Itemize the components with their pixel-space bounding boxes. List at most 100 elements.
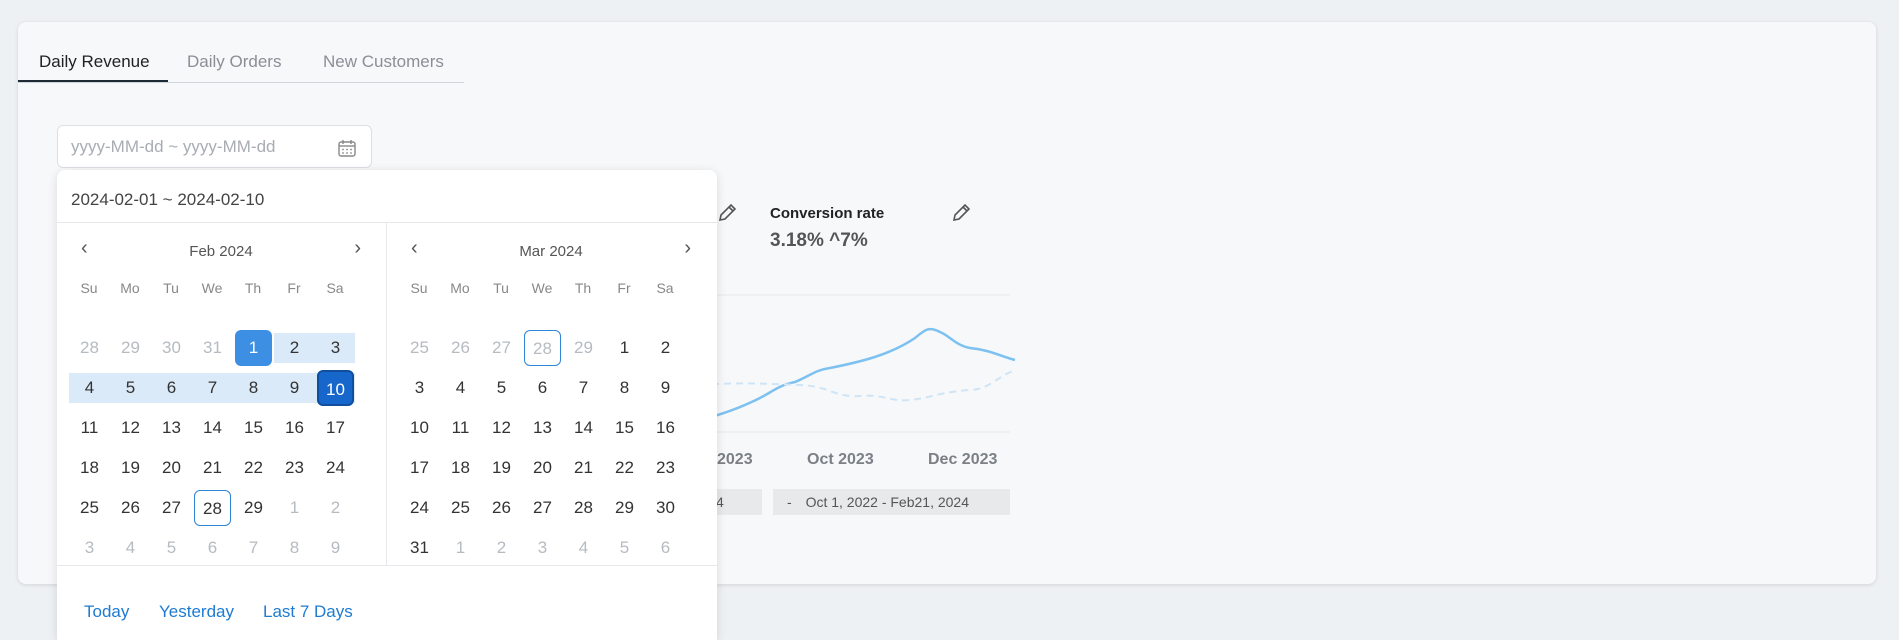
calendar-day[interactable]: 14 <box>565 410 602 446</box>
comparison-range-left-text: 4 <box>716 494 724 510</box>
calendar-day[interactable]: 6 <box>153 370 190 406</box>
calendar-day[interactable]: 16 <box>276 410 313 446</box>
tab-new-customers[interactable]: New Customers <box>323 52 444 72</box>
calendar-day[interactable]: 30 <box>153 330 190 366</box>
calendar-day[interactable]: 25 <box>71 490 108 526</box>
calendar-day[interactable]: 27 <box>524 490 561 526</box>
calendar-day[interactable]: 20 <box>153 450 190 486</box>
calendar-day[interactable]: 5 <box>112 370 149 406</box>
calendar-day[interactable]: 19 <box>483 450 520 486</box>
calendar-day[interactable]: 6 <box>524 370 561 406</box>
calendar-day[interactable]: 9 <box>317 530 354 566</box>
calendar-day[interactable]: 7 <box>235 530 272 566</box>
calendar-day[interactable]: 12 <box>112 410 149 446</box>
calendar-day[interactable]: 3 <box>401 370 438 406</box>
calendar-day[interactable]: 22 <box>235 450 272 486</box>
calendar-day[interactable]: 4 <box>442 370 479 406</box>
weekday-header: We <box>201 280 223 296</box>
calendar-day[interactable]: 31 <box>194 330 231 366</box>
tab-daily-orders[interactable]: Daily Orders <box>187 52 281 72</box>
calendar-day[interactable]: 2 <box>647 330 684 366</box>
calendar-day[interactable]: 13 <box>153 410 190 446</box>
calendar-day[interactable]: 10 <box>317 370 354 406</box>
calendar-day[interactable]: 5 <box>606 530 643 566</box>
calendar-day[interactable]: 1 <box>606 330 643 366</box>
calendar-day[interactable]: 17 <box>317 410 354 446</box>
calendar-day[interactable]: 30 <box>647 490 684 526</box>
edit-pencil-icon[interactable] <box>950 202 972 224</box>
calendar-day[interactable]: 3 <box>317 330 354 366</box>
calendar-day[interactable]: 15 <box>235 410 272 446</box>
calendar-day[interactable]: 28 <box>71 330 108 366</box>
calendar-day[interactable]: 29 <box>606 490 643 526</box>
calendar-day[interactable]: 25 <box>401 330 438 366</box>
calendar-day[interactable]: 12 <box>483 410 520 446</box>
calendar-day[interactable]: 28 <box>524 330 561 366</box>
calendar-day[interactable]: 25 <box>442 490 479 526</box>
calendar-day[interactable]: 14 <box>194 410 231 446</box>
calendar-day[interactable]: 4 <box>112 530 149 566</box>
calendar-day[interactable]: 9 <box>276 370 313 406</box>
calendar-day[interactable]: 26 <box>442 330 479 366</box>
calendar-day[interactable]: 11 <box>71 410 108 446</box>
calendar-day[interactable]: 18 <box>442 450 479 486</box>
calendar-day[interactable]: 6 <box>647 530 684 566</box>
calendar-day[interactable]: 26 <box>112 490 149 526</box>
calendar-day[interactable]: 29 <box>112 330 149 366</box>
calendar-day[interactable]: 21 <box>194 450 231 486</box>
shortcut-last-7-days[interactable]: Last 7 Days <box>263 602 353 622</box>
calendar-day[interactable]: 29 <box>565 330 602 366</box>
calendar-day[interactable]: 17 <box>401 450 438 486</box>
next-month-icon[interactable]: › <box>354 237 361 260</box>
calendar-day[interactable]: 29 <box>235 490 272 526</box>
shortcut-yesterday[interactable]: Yesterday <box>159 602 234 622</box>
calendar-day[interactable]: 20 <box>524 450 561 486</box>
calendar-day[interactable]: 26 <box>483 490 520 526</box>
calendar-day[interactable]: 18 <box>71 450 108 486</box>
weekday-header: We <box>531 280 553 296</box>
calendar-day[interactable]: 7 <box>565 370 602 406</box>
calendar-day[interactable]: 8 <box>235 370 272 406</box>
calendar-day[interactable]: 16 <box>647 410 684 446</box>
calendar-day[interactable]: 31 <box>401 530 438 566</box>
calendar-day[interactable]: 2 <box>276 330 313 366</box>
calendar-day[interactable]: 28 <box>194 490 231 526</box>
calendar-day[interactable]: 24 <box>317 450 354 486</box>
calendar-day[interactable]: 1 <box>235 330 272 366</box>
calendar-day[interactable]: 15 <box>606 410 643 446</box>
calendar-day[interactable]: 10 <box>401 410 438 446</box>
calendar-day[interactable]: 27 <box>153 490 190 526</box>
calendar-day[interactable]: 4 <box>71 370 108 406</box>
calendar-day[interactable]: 5 <box>153 530 190 566</box>
calendar-day[interactable]: 19 <box>112 450 149 486</box>
calendar-day[interactable]: 3 <box>524 530 561 566</box>
calendar-day[interactable]: 2 <box>317 490 354 526</box>
calendar-day[interactable]: 13 <box>524 410 561 446</box>
date-range-input[interactable]: yyyy-MM-dd ~ yyyy-MM-dd <box>57 125 372 168</box>
calendar-day[interactable]: 23 <box>647 450 684 486</box>
calendar-day[interactable]: 7 <box>194 370 231 406</box>
calendar-day[interactable]: 23 <box>276 450 313 486</box>
calendar-day[interactable]: 2 <box>483 530 520 566</box>
calendar-day[interactable]: 1 <box>442 530 479 566</box>
tab-daily-revenue[interactable]: Daily Revenue <box>39 52 150 72</box>
calendar-day[interactable]: 9 <box>647 370 684 406</box>
calendar-day[interactable]: 21 <box>565 450 602 486</box>
next-month-icon[interactable]: › <box>684 237 691 260</box>
calendar-day[interactable]: 8 <box>606 370 643 406</box>
calendar-day[interactable]: 3 <box>71 530 108 566</box>
selected-range-input[interactable]: 2024-02-01 ~ 2024-02-10 <box>71 190 264 210</box>
calendar-day[interactable]: 8 <box>276 530 313 566</box>
shortcut-today[interactable]: Today <box>84 602 129 622</box>
calendar-day[interactable]: 27 <box>483 330 520 366</box>
calendar-day[interactable]: 6 <box>194 530 231 566</box>
edit-pencil-icon[interactable] <box>716 202 738 224</box>
calendar-day[interactable]: 28 <box>565 490 602 526</box>
month-title: Mar 2024 <box>519 243 583 260</box>
calendar-day[interactable]: 1 <box>276 490 313 526</box>
calendar-day[interactable]: 5 <box>483 370 520 406</box>
calendar-day[interactable]: 11 <box>442 410 479 446</box>
calendar-day[interactable]: 4 <box>565 530 602 566</box>
calendar-day[interactable]: 24 <box>401 490 438 526</box>
calendar-day[interactable]: 22 <box>606 450 643 486</box>
